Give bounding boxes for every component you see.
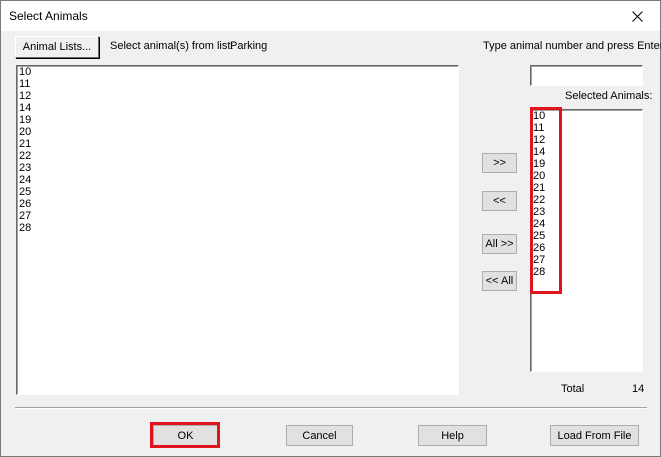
window-title: Select Animals xyxy=(9,9,88,23)
selected-animal-item[interactable]: 11 xyxy=(531,122,642,134)
available-animal-item[interactable]: 20 xyxy=(17,126,458,138)
selected-animals-label: Selected Animals: xyxy=(565,90,653,102)
remove-selected-button[interactable]: << xyxy=(482,191,517,211)
selected-animal-item[interactable]: 24 xyxy=(531,218,642,230)
selected-animal-item[interactable]: 21 xyxy=(531,182,642,194)
add-selected-button[interactable]: >> xyxy=(482,153,517,173)
selected-animal-item[interactable]: 10 xyxy=(531,110,642,122)
selected-animal-item[interactable]: 19 xyxy=(531,158,642,170)
selected-animal-item[interactable]: 22 xyxy=(531,194,642,206)
available-animal-item[interactable]: 12 xyxy=(17,90,458,102)
available-animal-item[interactable]: 28 xyxy=(17,222,458,234)
cancel-button[interactable]: Cancel xyxy=(286,425,353,446)
selected-animal-item[interactable]: 23 xyxy=(531,206,642,218)
load-from-file-button[interactable]: Load From File xyxy=(550,425,639,446)
remove-all-button[interactable]: << All xyxy=(482,271,517,291)
available-animal-item[interactable]: 11 xyxy=(17,78,458,90)
available-animal-item[interactable]: 21 xyxy=(17,138,458,150)
available-animal-item[interactable]: 25 xyxy=(17,186,458,198)
selected-animal-item[interactable]: 14 xyxy=(531,146,642,158)
animal-lists-button[interactable]: Animal Lists... xyxy=(15,36,99,58)
selected-animal-item[interactable]: 26 xyxy=(531,242,642,254)
selected-animal-item[interactable]: 28 xyxy=(531,266,642,278)
available-animal-item[interactable]: 22 xyxy=(17,150,458,162)
footer-separator xyxy=(15,407,647,409)
title-bar: Select Animals xyxy=(1,1,660,31)
type-number-prompt: Type animal number and press Enter xyxy=(483,40,661,52)
total-label: Total xyxy=(561,383,585,395)
available-animal-item[interactable]: 26 xyxy=(17,198,458,210)
available-animals-list[interactable]: 10 11 12 14 19 20 21 22 23 24 25 26 27 28 xyxy=(16,65,459,395)
selected-animal-item[interactable]: 12 xyxy=(531,134,642,146)
add-all-button[interactable]: All >> xyxy=(482,234,517,254)
select-from-list-label: Select animal(s) from list: xyxy=(110,40,234,52)
total-count: 14 xyxy=(632,383,645,395)
selected-animal-item[interactable]: 27 xyxy=(531,254,642,266)
close-button[interactable] xyxy=(614,1,660,31)
selected-animal-item[interactable]: 25 xyxy=(531,230,642,242)
available-animal-item[interactable]: 19 xyxy=(17,114,458,126)
close-icon xyxy=(631,10,643,22)
ok-button[interactable]: OK xyxy=(153,425,218,446)
animal-number-input[interactable] xyxy=(530,65,643,86)
select-animals-dialog: Select Animals Animal Lists... Select an… xyxy=(0,0,661,457)
available-animal-item[interactable]: 24 xyxy=(17,174,458,186)
help-button[interactable]: Help xyxy=(418,425,487,446)
available-animal-item[interactable]: 10 xyxy=(17,66,458,78)
available-animal-item[interactable]: 23 xyxy=(17,162,458,174)
current-list-name: Parking xyxy=(230,40,268,52)
available-animal-item[interactable]: 14 xyxy=(17,102,458,114)
selected-animal-item[interactable]: 20 xyxy=(531,170,642,182)
available-animal-item[interactable]: 27 xyxy=(17,210,458,222)
selected-animals-list[interactable]: 10 11 12 14 19 20 21 22 23 24 25 26 27 28 xyxy=(530,109,643,372)
